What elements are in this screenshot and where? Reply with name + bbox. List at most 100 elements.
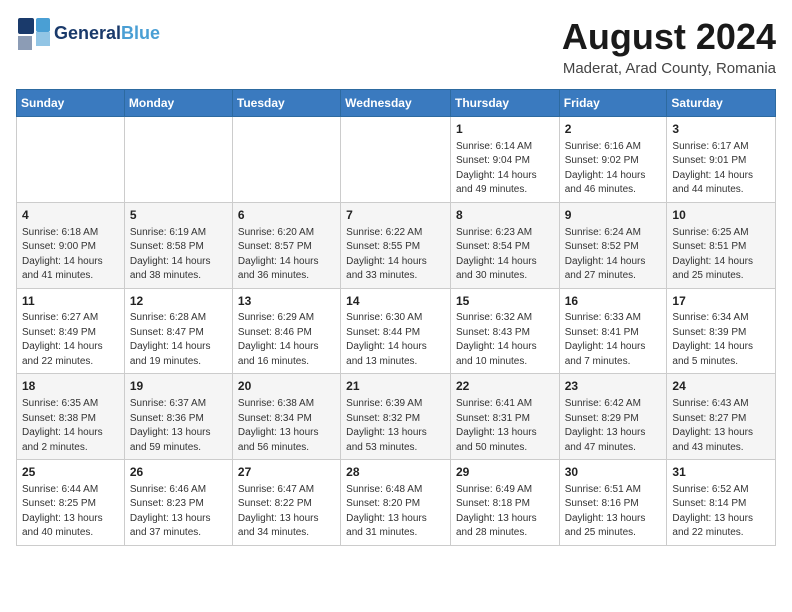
header-day-wednesday: Wednesday [341, 90, 451, 117]
week-row-5: 25Sunrise: 6:44 AM Sunset: 8:25 PM Dayli… [17, 460, 776, 546]
month-year-title: August 2024 [562, 16, 776, 58]
day-number: 17 [672, 293, 770, 310]
day-number: 23 [565, 378, 662, 395]
header: GeneralBlue August 2024 Maderat, Arad Co… [16, 16, 776, 77]
day-number: 20 [238, 378, 335, 395]
day-cell-29: 29Sunrise: 6:49 AM Sunset: 8:18 PM Dayli… [450, 460, 559, 546]
day-number: 6 [238, 207, 335, 224]
empty-cell [124, 117, 232, 203]
day-cell-7: 7 Sunrise: 6:22 AM Sunset: 8:55 PM Daylig… [341, 202, 451, 288]
day-info: Sunrise: 6:16 AM Sunset: 9:02 PM Dayligh… [565, 140, 662, 198]
day-info: Sunrise: 6:34 AM Sunset: 8:39 PM Dayligh… [672, 311, 770, 369]
calendar-header: SundayMondayTuesdayWednesdayThursdayFrid… [17, 90, 776, 117]
day-cell-12: 12Sunrise: 6:28 AM Sunset: 8:47 PM Dayli… [124, 288, 232, 374]
day-cell-5: 5 Sunrise: 6:19 AM Sunset: 8:58 PM Daylig… [124, 202, 232, 288]
day-cell-20: 20Sunrise: 6:38 AM Sunset: 8:34 PM Dayli… [232, 374, 340, 460]
day-info: Sunrise: 6:23 AM Sunset: 8:54 PM Dayligh… [456, 226, 554, 284]
calendar-table: SundayMondayTuesdayWednesdayThursdayFrid… [16, 89, 776, 546]
empty-cell [341, 117, 451, 203]
day-cell-25: 25Sunrise: 6:44 AM Sunset: 8:25 PM Dayli… [17, 460, 125, 546]
day-cell-21: 21 Sunrise: 6:39 AM Sunset: 8:32 PM Dayli… [341, 374, 451, 460]
day-number: 8 [456, 207, 554, 224]
header-day-thursday: Thursday [450, 90, 559, 117]
header-day-tuesday: Tuesday [232, 90, 340, 117]
day-cell-13: 13Sunrise: 6:29 AM Sunset: 8:46 PM Dayli… [232, 288, 340, 374]
logo: GeneralBlue [16, 16, 160, 52]
day-info: Sunrise: 6:52 AM Sunset: 8:14 PM Dayligh… [672, 483, 770, 541]
day-number: 26 [130, 464, 227, 481]
header-day-monday: Monday [124, 90, 232, 117]
day-info: Sunrise: 6:17 AM Sunset: 9:01 PM Dayligh… [672, 140, 770, 198]
logo-name: GeneralBlue [54, 24, 160, 44]
day-number: 19 [130, 378, 227, 395]
day-number: 7 [346, 207, 445, 224]
day-info: Sunrise: 6:22 AM Sunset: 8:55 PM Dayligh… [346, 226, 445, 284]
day-number: 14 [346, 293, 445, 310]
day-number: 29 [456, 464, 554, 481]
day-info: Sunrise: 6:24 AM Sunset: 8:52 PM Dayligh… [565, 226, 662, 284]
day-info: Sunrise: 6:51 AM Sunset: 8:16 PM Dayligh… [565, 483, 662, 541]
day-number: 28 [346, 464, 445, 481]
day-info: Sunrise: 6:42 AM Sunset: 8:29 PM Dayligh… [565, 397, 662, 455]
day-cell-1: 1Sunrise: 6:14 AM Sunset: 9:04 PM Daylig… [450, 117, 559, 203]
day-number: 3 [672, 121, 770, 138]
day-info: Sunrise: 6:14 AM Sunset: 9:04 PM Dayligh… [456, 140, 554, 198]
day-number: 5 [130, 207, 227, 224]
day-info: Sunrise: 6:44 AM Sunset: 8:25 PM Dayligh… [22, 483, 119, 541]
day-info: Sunrise: 6:27 AM Sunset: 8:49 PM Dayligh… [22, 311, 119, 369]
day-number: 16 [565, 293, 662, 310]
day-number: 9 [565, 207, 662, 224]
day-cell-17: 17Sunrise: 6:34 AM Sunset: 8:39 PM Dayli… [667, 288, 776, 374]
day-number: 4 [22, 207, 119, 224]
day-cell-31: 31 Sunrise: 6:52 AM Sunset: 8:14 PM Dayli… [667, 460, 776, 546]
day-cell-23: 23 Sunrise: 6:42 AM Sunset: 8:29 PM Dayli… [559, 374, 667, 460]
day-info: Sunrise: 6:20 AM Sunset: 8:57 PM Dayligh… [238, 226, 335, 284]
day-cell-15: 15Sunrise: 6:32 AM Sunset: 8:43 PM Dayli… [450, 288, 559, 374]
day-number: 30 [565, 464, 662, 481]
day-number: 11 [22, 293, 119, 310]
day-cell-18: 18 Sunrise: 6:35 AM Sunset: 8:38 PM Dayli… [17, 374, 125, 460]
day-info: Sunrise: 6:46 AM Sunset: 8:23 PM Dayligh… [130, 483, 227, 541]
header-day-friday: Friday [559, 90, 667, 117]
day-info: Sunrise: 6:25 AM Sunset: 8:51 PM Dayligh… [672, 226, 770, 284]
day-info: Sunrise: 6:29 AM Sunset: 8:46 PM Dayligh… [238, 311, 335, 369]
day-cell-14: 14Sunrise: 6:30 AM Sunset: 8:44 PM Dayli… [341, 288, 451, 374]
day-number: 18 [22, 378, 119, 395]
day-info: Sunrise: 6:28 AM Sunset: 8:47 PM Dayligh… [130, 311, 227, 369]
day-cell-8: 8 Sunrise: 6:23 AM Sunset: 8:54 PM Daylig… [450, 202, 559, 288]
day-cell-4: 4 Sunrise: 6:18 AM Sunset: 9:00 PM Daylig… [17, 202, 125, 288]
day-info: Sunrise: 6:41 AM Sunset: 8:31 PM Dayligh… [456, 397, 554, 455]
day-cell-9: 9 Sunrise: 6:24 AM Sunset: 8:52 PM Daylig… [559, 202, 667, 288]
day-info: Sunrise: 6:39 AM Sunset: 8:32 PM Dayligh… [346, 397, 445, 455]
header-day-saturday: Saturday [667, 90, 776, 117]
day-number: 24 [672, 378, 770, 395]
empty-cell [17, 117, 125, 203]
location-subtitle: Maderat, Arad County, Romania [562, 60, 776, 77]
calendar-body: 1Sunrise: 6:14 AM Sunset: 9:04 PM Daylig… [17, 117, 776, 546]
day-cell-2: 2 Sunrise: 6:16 AM Sunset: 9:02 PM Daylig… [559, 117, 667, 203]
day-number: 10 [672, 207, 770, 224]
header-row: SundayMondayTuesdayWednesdayThursdayFrid… [17, 90, 776, 117]
day-info: Sunrise: 6:43 AM Sunset: 8:27 PM Dayligh… [672, 397, 770, 455]
header-day-sunday: Sunday [17, 90, 125, 117]
day-number: 13 [238, 293, 335, 310]
day-info: Sunrise: 6:19 AM Sunset: 8:58 PM Dayligh… [130, 226, 227, 284]
day-cell-30: 30 Sunrise: 6:51 AM Sunset: 8:16 PM Dayli… [559, 460, 667, 546]
day-cell-26: 26 Sunrise: 6:46 AM Sunset: 8:23 PM Dayli… [124, 460, 232, 546]
day-cell-6: 6 Sunrise: 6:20 AM Sunset: 8:57 PM Daylig… [232, 202, 340, 288]
title-area: August 2024 Maderat, Arad County, Romani… [562, 16, 776, 77]
day-info: Sunrise: 6:35 AM Sunset: 8:38 PM Dayligh… [22, 397, 119, 455]
week-row-2: 4 Sunrise: 6:18 AM Sunset: 9:00 PM Daylig… [17, 202, 776, 288]
day-info: Sunrise: 6:30 AM Sunset: 8:44 PM Dayligh… [346, 311, 445, 369]
day-number: 2 [565, 121, 662, 138]
day-info: Sunrise: 6:48 AM Sunset: 8:20 PM Dayligh… [346, 483, 445, 541]
day-cell-16: 16Sunrise: 6:33 AM Sunset: 8:41 PM Dayli… [559, 288, 667, 374]
day-number: 21 [346, 378, 445, 395]
week-row-3: 11Sunrise: 6:27 AM Sunset: 8:49 PM Dayli… [17, 288, 776, 374]
day-info: Sunrise: 6:18 AM Sunset: 9:00 PM Dayligh… [22, 226, 119, 284]
day-number: 27 [238, 464, 335, 481]
day-cell-24: 24 Sunrise: 6:43 AM Sunset: 8:27 PM Dayli… [667, 374, 776, 460]
day-number: 15 [456, 293, 554, 310]
day-number: 31 [672, 464, 770, 481]
day-number: 22 [456, 378, 554, 395]
